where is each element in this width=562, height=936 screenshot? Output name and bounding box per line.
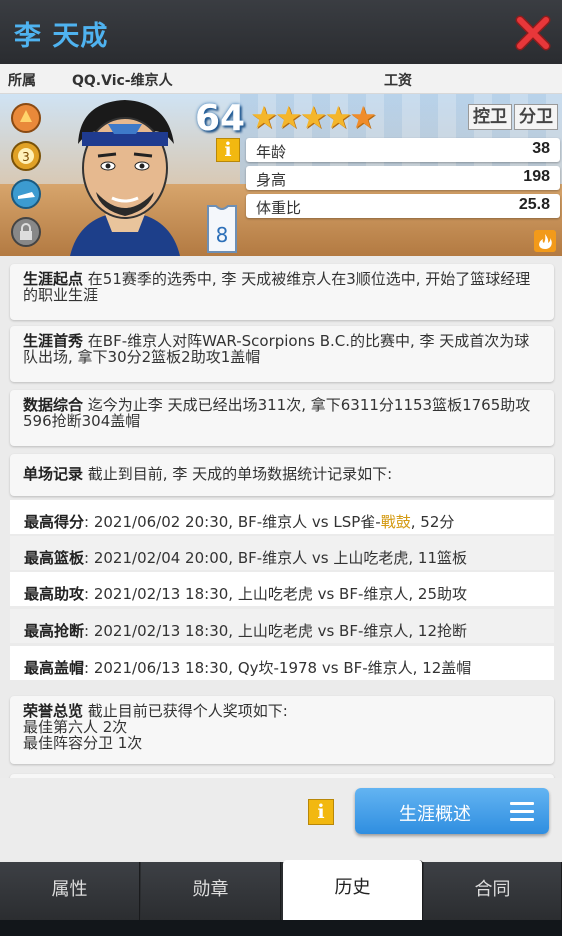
menu-icon <box>510 802 534 821</box>
card-text: 迄今为止李 天成已经出场311次, 拿下6311分1153篮板1765助攻596… <box>23 396 531 430</box>
card-title: 单场记录 <box>23 465 84 483</box>
action-bar: i 生涯概述 <box>0 778 562 862</box>
career-debut-card: 生涯首秀 在BF-维京人对阵WAR-Scorpions B.C.的比赛中, 李 … <box>10 326 554 382</box>
attr-label: 身高 <box>256 171 287 189</box>
record-text: : 2021/06/02 20:30, BF-维京人 vs LSP雀- <box>84 513 381 531</box>
record-label: 最高抢断 <box>24 622 85 640</box>
record-row-rebounds: 最高篮板: 2021/02/04 20:00, BF-维京人 vs 上山吃老虎,… <box>10 536 554 570</box>
attr-label: 年龄 <box>256 143 287 161</box>
tab-attributes[interactable]: 属性 <box>0 862 140 920</box>
card-text: 在51赛季的选秀中, 李 天成被维京人在3顺位选中, 开始了篮球经理的职业生涯 <box>23 270 531 304</box>
star-icon: ★ <box>349 100 377 135</box>
record-label: 最高助攻 <box>24 585 85 603</box>
record-label: 最高盖帽 <box>24 659 85 677</box>
medal-badge-icon[interactable] <box>10 102 42 134</box>
close-icon[interactable] <box>512 12 554 54</box>
card-text: 截止到目前, 李 天成的单场数据统计记录如下: <box>87 465 393 483</box>
record-text: : 2021/02/04 20:00, BF-维京人 vs 上山吃老虎, 11篮… <box>84 549 468 567</box>
record-highlight: 戰鼓 <box>380 513 411 531</box>
player-card: 3 8 64 ★ ★ ★ ★ ★ 控卫 分卫 i 年龄 38 身高 198 体重… <box>0 94 562 256</box>
team-label: 所属 <box>8 73 36 89</box>
position-badge-pg: 控卫 <box>468 104 512 130</box>
attr-row-height: 身高 198 <box>246 166 560 190</box>
career-button-label: 生涯概述 <box>399 804 471 825</box>
star-icon: ★ <box>274 100 303 135</box>
career-start-card: 生涯起点 在51赛季的选秀中, 李 天成被维京人在3顺位选中, 开始了篮球经理的… <box>10 264 554 320</box>
card-text: 在BF-维京人对阵WAR-Scorpions B.C.的比赛中, 李 天成首次为… <box>23 332 530 366</box>
attr-row-age: 年龄 38 <box>246 138 560 162</box>
star-icon: ★ <box>299 100 328 135</box>
record-row-steals: 最高抢断: 2021/02/13 18:30, 上山吃老虎 vs BF-维京人,… <box>10 609 554 643</box>
record-label: 最高篮板 <box>24 549 85 567</box>
record-row-blocks: 最高盖帽: 2021/06/13 18:30, Qy坎-1978 vs BF-维… <box>10 646 554 680</box>
tab-history[interactable]: 历史 <box>283 860 423 920</box>
title-bar: 李 天成 <box>0 0 562 64</box>
tab-contract[interactable]: 合同 <box>424 862 562 920</box>
record-label: 最高得分 <box>24 513 85 531</box>
salary-label: 工资 <box>384 73 412 89</box>
record-row-points: 最高得分: 2021/06/02 20:30, BF-维京人 vs LSP雀-戰… <box>10 500 554 534</box>
attr-value: 38 <box>532 140 550 157</box>
attr-value: 198 <box>523 168 550 185</box>
history-scroll-area[interactable]: 生涯起点 在51赛季的选秀中, 李 天成被维京人在3顺位选中, 开始了篮球经理的… <box>0 256 562 778</box>
attr-label: 体重比 <box>256 199 302 217</box>
record-text-end: , 52分 <box>410 513 455 531</box>
single-game-records-card: 单场记录 截止到目前, 李 天成的单场数据统计记录如下: <box>10 454 554 496</box>
star-rating: ★ ★ ★ ★ ★ <box>250 100 377 135</box>
bottom-tab-bar: 属性 勋章 历史 合同 <box>0 860 562 920</box>
record-text: : 2021/06/13 18:30, Qy坎-1978 vs BF-维京人, … <box>84 659 472 677</box>
position-badge-sg: 分卫 <box>514 104 558 130</box>
record-text: : 2021/02/13 18:30, 上山吃老虎 vs BF-维京人, 25助… <box>84 585 468 603</box>
help-info-icon[interactable]: i <box>308 799 334 825</box>
career-overview-button[interactable]: 生涯概述 <box>355 788 549 834</box>
team-value: QQ.Vic-维京人 <box>72 73 173 89</box>
stats-summary-card: 数据综合 迄今为止李 天成已经出场311次, 拿下6311分1153篮板1765… <box>10 390 554 446</box>
footer-strip <box>0 920 562 936</box>
jersey-icon: 8 <box>207 205 237 253</box>
info-icon[interactable]: i <box>216 138 240 162</box>
player-name-title: 李 天成 <box>14 21 109 52</box>
attr-value: 25.8 <box>518 196 550 213</box>
honors-card: 荣誉总览 截止目前已获得个人奖项如下: 最佳第六人 2次 最佳阵容分卫 1次 <box>10 696 554 764</box>
player-avatar <box>70 100 180 256</box>
attr-row-weight-ratio: 体重比 25.8 <box>246 194 560 218</box>
star-icon: ★ <box>250 100 278 135</box>
jersey-number: 8 <box>216 223 229 247</box>
level-badge-icon[interactable]: 3 <box>10 140 42 172</box>
record-row-assists: 最高助攻: 2021/02/13 18:30, 上山吃老虎 vs BF-维京人,… <box>10 572 554 606</box>
lock-icon[interactable] <box>10 216 42 248</box>
honor-item: 最佳阵容分卫 1次 <box>23 734 143 752</box>
fire-icon[interactable] <box>534 230 556 252</box>
team-salary-strip: 所属 QQ.Vic-维京人 工资 <box>0 64 562 94</box>
overall-rating: 64 <box>195 98 246 139</box>
svg-text:3: 3 <box>22 150 30 164</box>
tab-badges[interactable]: 勋章 <box>141 862 281 920</box>
shoe-badge-icon[interactable] <box>10 178 42 210</box>
star-icon: ★ <box>324 100 353 135</box>
record-text: : 2021/02/13 18:30, 上山吃老虎 vs BF-维京人, 12抢… <box>84 622 468 640</box>
